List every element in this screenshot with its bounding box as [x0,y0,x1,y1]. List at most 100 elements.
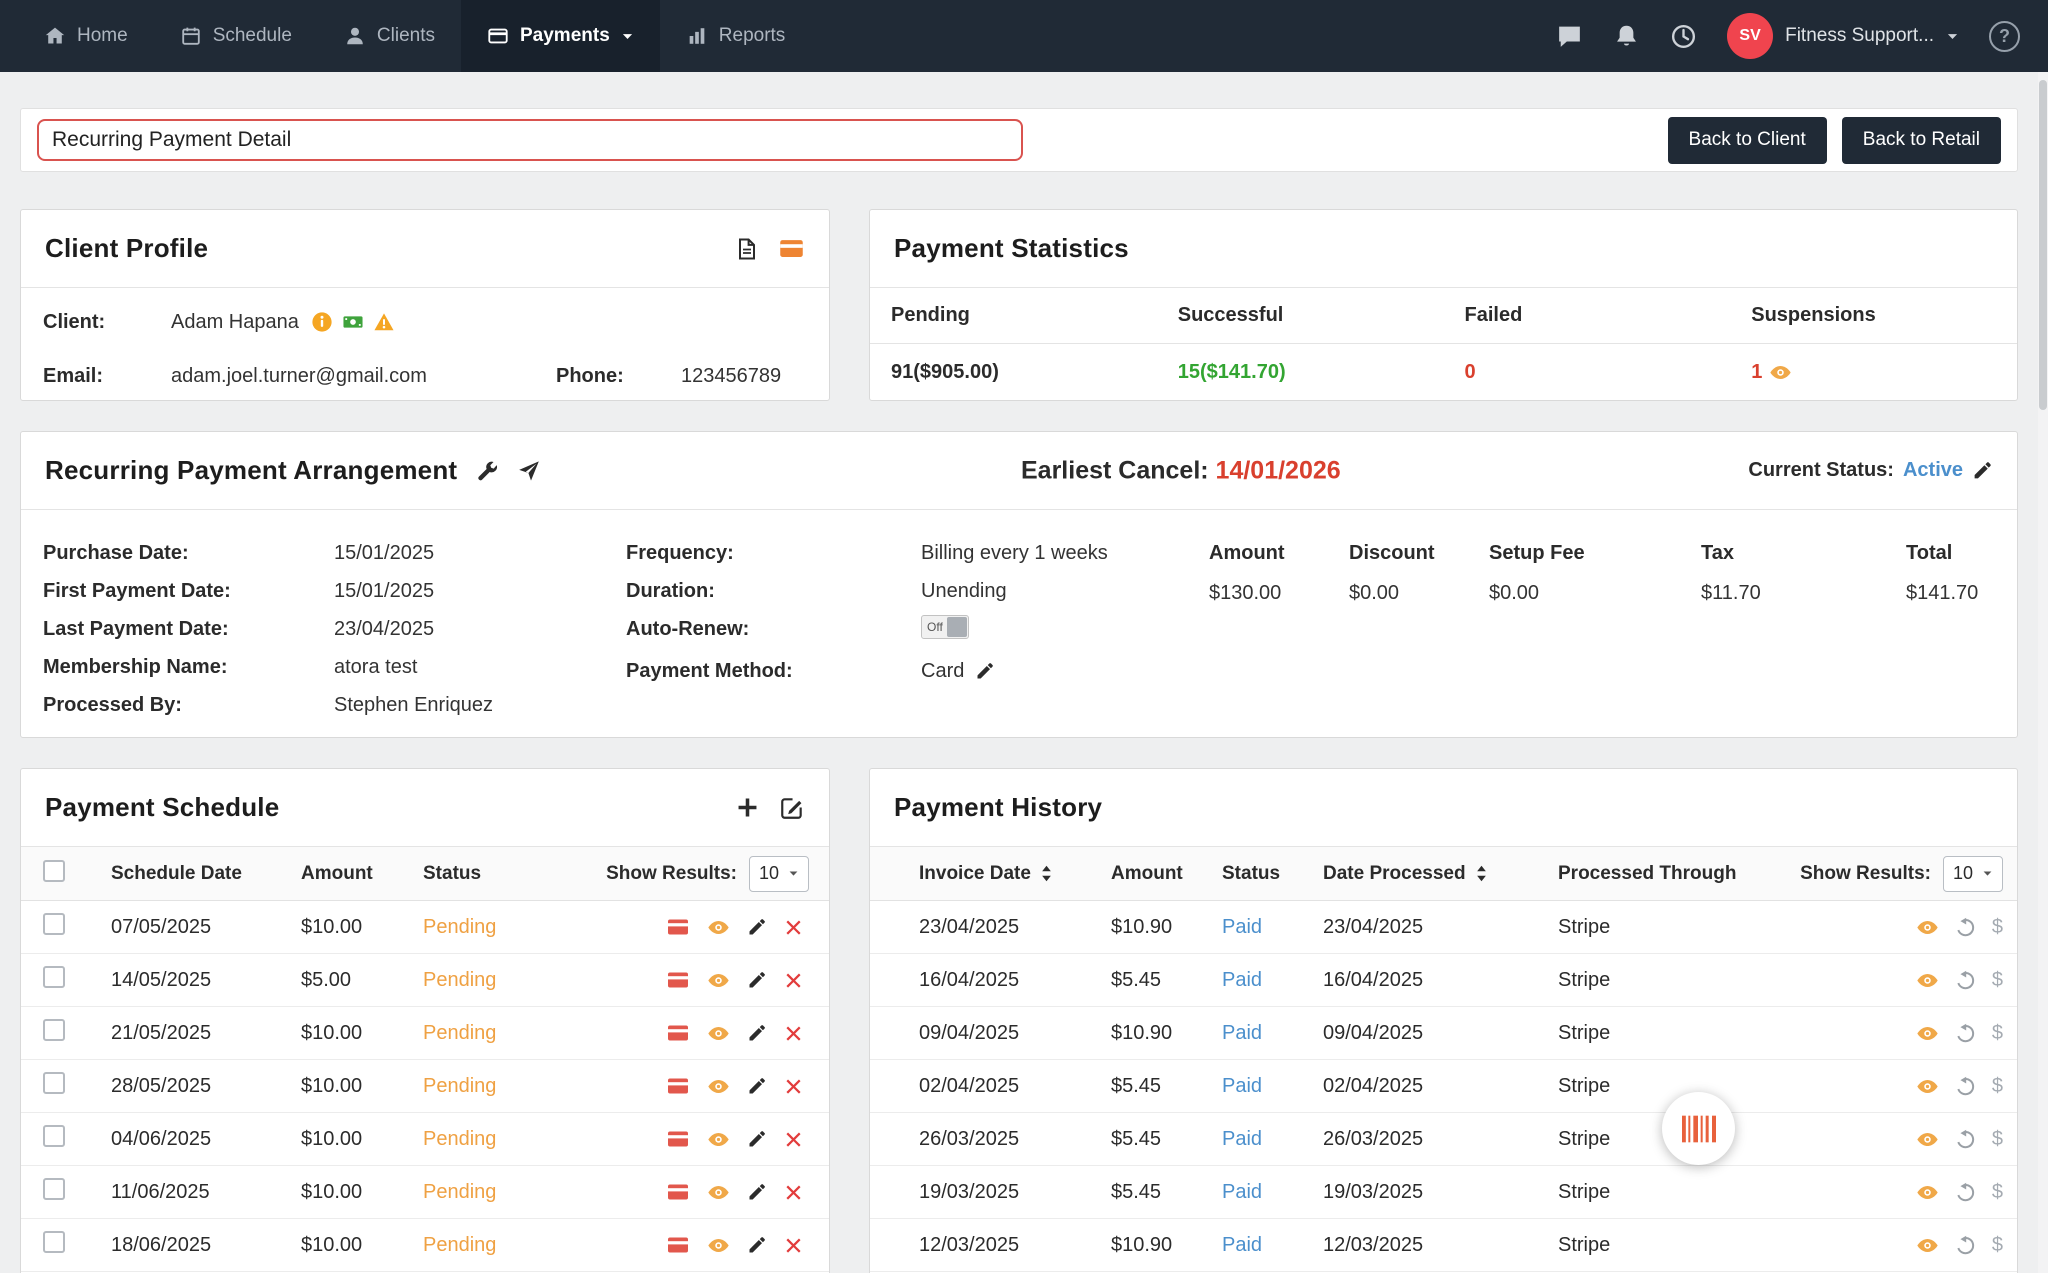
nav-item-schedule[interactable]: Schedule [154,0,318,72]
status-cell[interactable]: Paid [1222,1128,1323,1151]
view-icon[interactable] [1916,1075,1939,1098]
card-icon[interactable] [778,235,805,262]
table-row: 26/03/2025 $5.45 Paid 26/03/2025 Stripe … [870,1113,2017,1166]
barcode-scan-button[interactable] [1662,1092,1735,1165]
charge-icon[interactable]: $ [1992,916,2003,939]
info-icon[interactable] [311,311,333,333]
charge-card-icon[interactable] [666,1180,690,1204]
charge-icon[interactable]: $ [1992,1022,2003,1045]
document-icon[interactable] [735,237,759,261]
view-icon[interactable] [707,1234,730,1257]
eye-icon[interactable] [1769,361,1792,384]
view-icon[interactable] [1916,1022,1939,1045]
row-checkbox[interactable] [43,1178,65,1200]
back-to-retail-button[interactable]: Back to Retail [1842,117,2001,164]
view-icon[interactable] [707,1075,730,1098]
add-payment-icon[interactable] [735,795,760,820]
refund-icon[interactable] [1955,1129,1976,1150]
row-checkbox[interactable] [43,913,65,935]
sort-icon[interactable] [1040,865,1053,882]
refund-icon[interactable] [1955,970,1976,991]
refund-icon[interactable] [1955,1076,1976,1097]
charge-card-icon[interactable] [666,968,690,992]
refund-icon[interactable] [1955,1182,1976,1203]
show-results-select[interactable]: 10 [749,856,809,892]
charge-icon[interactable]: $ [1992,1234,2003,1257]
nav-item-clients[interactable]: Clients [318,0,461,72]
column-header[interactable]: Invoice Date [919,863,1031,885]
warning-icon[interactable] [373,311,395,333]
bell-icon[interactable] [1613,23,1640,50]
clock-icon[interactable] [1670,23,1697,50]
edit-icon[interactable] [747,1182,767,1202]
refund-icon[interactable] [1955,917,1976,938]
charge-card-icon[interactable] [666,1074,690,1098]
charge-icon[interactable]: $ [1992,1128,2003,1151]
send-icon[interactable] [517,459,541,483]
view-icon[interactable] [1916,1181,1939,1204]
status-cell[interactable]: Paid [1222,1075,1323,1098]
money-icon[interactable] [342,311,364,333]
delete-icon[interactable] [784,971,803,990]
view-icon[interactable] [1916,1234,1939,1257]
auto-renew-toggle[interactable]: Off [921,615,969,639]
back-to-client-button[interactable]: Back to Client [1668,117,1827,164]
delete-icon[interactable] [784,1024,803,1043]
edit-icon[interactable] [747,1129,767,1149]
status-cell[interactable]: Paid [1222,1022,1323,1045]
sort-icon[interactable] [1475,865,1488,882]
column-header[interactable]: Date Processed [1323,863,1466,885]
charge-icon[interactable]: $ [1992,969,2003,992]
edit-icon[interactable] [747,1023,767,1043]
delete-icon[interactable] [784,1130,803,1149]
refund-icon[interactable] [1955,1235,1976,1256]
delete-icon[interactable] [784,1183,803,1202]
edit-status-icon[interactable] [1972,460,1993,481]
row-checkbox[interactable] [43,966,65,988]
delete-icon[interactable] [784,1077,803,1096]
select-all-checkbox[interactable] [43,860,65,882]
charge-card-icon[interactable] [666,1233,690,1257]
account-menu[interactable]: SV Fitness Support... [1727,13,1959,59]
scrollbar-thumb[interactable] [2039,80,2047,410]
row-checkbox[interactable] [43,1072,65,1094]
charge-card-icon[interactable] [666,1127,690,1151]
chat-icon[interactable] [1556,23,1583,50]
nav-item-reports[interactable]: Reports [660,0,812,72]
edit-icon[interactable] [747,1076,767,1096]
view-icon[interactable] [707,1128,730,1151]
current-status-value[interactable]: Active [1903,459,1963,482]
view-icon[interactable] [707,1022,730,1045]
nav-item-payments[interactable]: Payments [461,0,660,72]
delete-icon[interactable] [784,1236,803,1255]
status-cell[interactable]: Paid [1222,1181,1323,1204]
row-checkbox[interactable] [43,1231,65,1253]
show-results-select[interactable]: 10 [1943,856,2003,892]
row-checkbox[interactable] [43,1019,65,1041]
status-cell[interactable]: Paid [1222,916,1323,939]
edit-icon[interactable] [747,1235,767,1255]
charge-card-icon[interactable] [666,1021,690,1045]
view-icon[interactable] [1916,916,1939,939]
view-icon[interactable] [707,916,730,939]
delete-icon[interactable] [784,918,803,937]
charge-icon[interactable]: $ [1992,1075,2003,1098]
edit-schedule-icon[interactable] [779,795,805,821]
wrench-icon[interactable] [475,459,499,483]
page-title-input[interactable] [37,119,1023,161]
edit-payment-method-icon[interactable] [975,661,995,681]
edit-icon[interactable] [747,970,767,990]
edit-icon[interactable] [747,917,767,937]
view-icon[interactable] [1916,969,1939,992]
nav-item-home[interactable]: Home [18,0,154,72]
row-checkbox[interactable] [43,1125,65,1147]
status-cell[interactable]: Paid [1222,1234,1323,1257]
charge-icon[interactable]: $ [1992,1181,2003,1204]
refund-icon[interactable] [1955,1023,1976,1044]
view-icon[interactable] [707,1181,730,1204]
view-icon[interactable] [1916,1128,1939,1151]
charge-card-icon[interactable] [666,915,690,939]
help-icon[interactable]: ? [1989,21,2020,52]
status-cell[interactable]: Paid [1222,969,1323,992]
view-icon[interactable] [707,969,730,992]
